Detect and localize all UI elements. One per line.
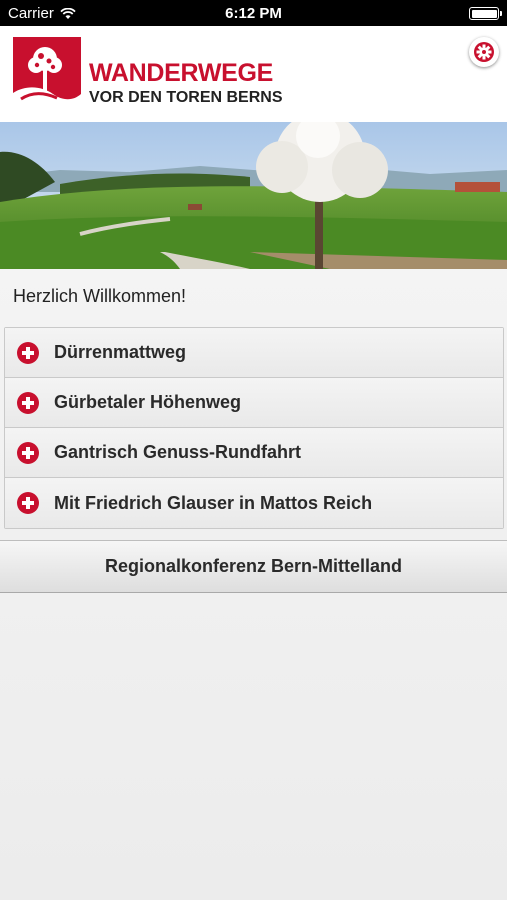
plus-icon [17,341,39,364]
plus-icon [17,492,39,514]
battery-icon [469,7,502,20]
route-label: Dürrenmattweg [54,342,187,362]
route-label: Mit Friedrich Glauser in Mattos Reich [54,492,373,513]
logo-subtitle: VOR DEN TOREN BERNS [89,89,283,106]
logo-title: WANDERWEGE [89,59,274,87]
clock: 6:12 PM [225,5,282,22]
route-item-duerrenmattweg[interactable]: Dürrenmattweg [5,328,503,378]
welcome-text: Herzlich Willkommen! [13,286,187,306]
route-item-gantrisch-genuss-rundfahrt[interactable]: Gantrisch Genuss-Rundfahrt [5,428,503,478]
route-item-guerbetaler-hoehenweg[interactable]: Gürbetaler Höhenweg [5,378,503,428]
route-list: Dürrenmattweg Gürbetaler Höhenweg Gantri… [4,327,504,529]
status-bar: Carrier 6:12 PM [0,0,507,26]
plus-icon [17,441,39,464]
route-item-friedrich-glauser[interactable]: Mit Friedrich Glauser in Mattos Reich [5,478,503,528]
regionalkonferenz-button[interactable]: Regionalkonferenz Bern-Mittelland [0,540,507,593]
logo-tree-icon [13,37,81,105]
battery-level [471,9,497,18]
settings-button[interactable] [469,37,499,67]
route-label: Gürbetaler Höhenweg [54,392,242,412]
plus-icon [17,391,39,414]
app-header: WANDERWEGE VOR DEN TOREN BERNS [0,26,507,122]
landscape-banner-image [0,122,507,269]
logo-text: WANDERWEGE VOR DEN TOREN BERNS [89,60,283,107]
route-label: Gantrisch Genuss-Rundfahrt [54,442,302,462]
gear-icon [474,42,494,62]
